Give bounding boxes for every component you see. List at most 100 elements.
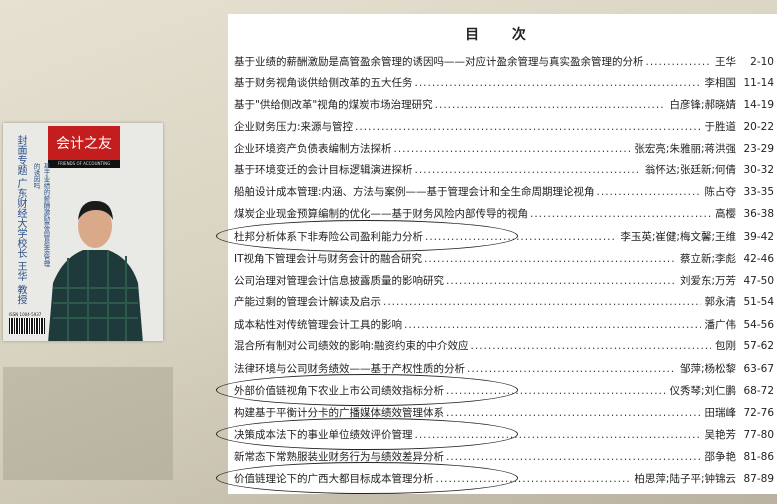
entry-title: 企业环境资产负债表编制方法探析 bbox=[234, 143, 392, 155]
masthead: 会计之友 FRIENDS OF ACCOUNTING bbox=[48, 126, 120, 168]
toc-entry[interactable]: 煤炭企业现金预算编制的优化——基于财务风险内部传导的视角 高樱 36-38 bbox=[234, 206, 774, 220]
dot-leader bbox=[415, 77, 701, 89]
entry-author: 李玉英;崔健;梅文馨;王维 bbox=[620, 231, 736, 243]
entry-pages: 42-46 bbox=[743, 253, 774, 265]
feature-label-text: 封面专题 bbox=[15, 135, 26, 175]
dot-leader bbox=[646, 56, 712, 68]
entry-title: 煤炭企业现金预算编制的优化——基于财务风险内部传导的视角 bbox=[234, 208, 528, 220]
cover-shadow bbox=[3, 367, 173, 480]
entry-author: 于胜道 bbox=[704, 121, 737, 133]
entry-title: 价值链理论下的广西大都目标成本管理分析 bbox=[234, 473, 434, 485]
dot-leader bbox=[404, 319, 701, 331]
barcode bbox=[9, 318, 45, 334]
entry-author: 柏思萍;陆子平;钟锦云 bbox=[634, 473, 736, 485]
entry-title: 法律环境与公司财务绩效——基于产权性质的分析 bbox=[234, 363, 465, 375]
entry-pages: 20-22 bbox=[743, 121, 774, 133]
entry-title: 成本粘性对传统管理会计工具的影响 bbox=[234, 319, 402, 331]
toc-entry[interactable]: 产能过剩的管理会计解读及启示 郭永清 51-54 bbox=[234, 294, 774, 308]
toc-entry[interactable]: 基于业绩的薪酬激励是高管盈余管理的诱因吗——对应计盈余管理与真实盈余管理的分析 王… bbox=[234, 54, 774, 68]
dot-leader bbox=[446, 275, 676, 287]
toc-entry[interactable]: 新常态下常熟服装业财务行为与绩效差异分析 邵争艳 81-86 bbox=[234, 449, 774, 463]
dot-leader bbox=[415, 164, 641, 176]
dot-leader bbox=[355, 121, 700, 133]
entry-author: 高樱 bbox=[715, 208, 736, 220]
entry-pages: 68-72 bbox=[743, 385, 774, 397]
toc-entry[interactable]: 基于财务视角谈供给侧改革的五大任务 李相国 11-14 bbox=[234, 75, 774, 89]
toc-entry[interactable]: 杜邦分析体系下非寿险公司盈利能力分析 李玉英;崔健;梅文馨;王维 39-42 bbox=[216, 220, 774, 252]
dot-leader bbox=[435, 99, 666, 111]
entry-pages: 54-56 bbox=[743, 319, 774, 331]
dot-leader bbox=[446, 385, 665, 397]
entry-author: 潘广伟 bbox=[704, 319, 737, 331]
cover-portrait bbox=[48, 200, 143, 341]
dot-leader bbox=[530, 208, 711, 220]
toc-entry[interactable]: IT视角下管理会计与财务会计的融合研究 蔡立新;李彪 42-46 bbox=[234, 251, 774, 265]
entry-pages: 72-76 bbox=[743, 407, 774, 419]
entry-title: 基于财务视角谈供给侧改革的五大任务 bbox=[234, 77, 413, 89]
entry-pages: 51-54 bbox=[743, 296, 774, 308]
toc-entry[interactable]: 价值链理论下的广西大都目标成本管理分析 柏思萍;陆子平;钟锦云 87-89 bbox=[216, 462, 774, 494]
entry-pages: 2-10 bbox=[750, 56, 774, 68]
entry-author: 吴艳芳 bbox=[704, 429, 737, 441]
toc-entry[interactable]: 公司治理对管理会计信息披露质量的影响研究 刘爱东;万芳 47-50 bbox=[234, 273, 774, 287]
entry-pages: 11-14 bbox=[743, 77, 774, 89]
entry-author: 邵争艳 bbox=[704, 451, 737, 463]
entry-pages: 23-29 bbox=[743, 143, 774, 155]
entry-title: 产能过剩的管理会计解读及启示 bbox=[234, 296, 381, 308]
dot-leader bbox=[394, 143, 631, 155]
entry-title: 杜邦分析体系下非寿险公司盈利能力分析 bbox=[234, 231, 423, 243]
toc-entry[interactable]: 混合所有制对公司绩效的影响:融资约束的中介效应 包刚 57-62 bbox=[234, 338, 774, 352]
toc-entry[interactable]: 船舶设计成本管理:内涵、方法与案例——基于管理会计和全生命周期理论视角 陈占夺 33… bbox=[234, 184, 774, 198]
entry-title: 混合所有制对公司绩效的影响:融资约束的中介效应 bbox=[234, 340, 469, 352]
entry-author: 刘爱东;万芳 bbox=[679, 275, 736, 287]
entry-pages: 87-89 bbox=[743, 473, 774, 485]
toc-heading: 目 次 bbox=[465, 27, 540, 43]
entry-author: 邹萍;杨松黎 bbox=[679, 363, 736, 375]
entry-pages: 77-80 bbox=[743, 429, 774, 441]
entry-author: 翁怀达;张廷新;何倩 bbox=[644, 164, 736, 176]
entry-pages: 36-38 bbox=[743, 208, 774, 220]
isbn: ISSN 1004-5937 bbox=[9, 312, 42, 317]
entry-author: 仪秀琴;刘仁鹏 bbox=[669, 385, 736, 397]
entry-author: 蔡立新;李彪 bbox=[679, 253, 736, 265]
dot-leader bbox=[467, 363, 676, 375]
journal-title: 会计之友 bbox=[56, 136, 112, 152]
toc-page: 目 次 基于业绩的薪酬激励是高管盈余管理的诱因吗——对应计盈余管理与真实盈余管理… bbox=[216, 14, 777, 494]
entry-pages: 14-19 bbox=[743, 99, 774, 111]
toc-entry[interactable]: 外部价值链视角下农业上市公司绩效指标分析 仪秀琴;刘仁鹏 68-72 bbox=[216, 374, 774, 406]
entry-title: 基于业绩的薪酬激励是高管盈余管理的诱因吗——对应计盈余管理与真实盈余管理的分析 bbox=[234, 56, 644, 68]
toc-entry[interactable]: 基于"供给侧改革"视角的煤炭市场治理研究 白彦锋;郝晓婧 14-19 bbox=[234, 97, 774, 111]
feature-subject: 广东财经大学校长 王华 教授 bbox=[15, 178, 26, 305]
dot-leader bbox=[415, 429, 701, 441]
dot-leader bbox=[471, 340, 711, 352]
toc-entry[interactable]: 成本粘性对传统管理会计工具的影响 潘广伟 54-56 bbox=[234, 317, 774, 331]
entry-pages: 39-42 bbox=[743, 231, 774, 243]
toc-entry[interactable]: 企业财务压力:来源与管控 于胜道 20-22 bbox=[234, 119, 774, 133]
feature-label: 封面专题 广东财经大学校长 王华 教授 bbox=[13, 135, 28, 325]
journal-subtitle: FRIENDS OF ACCOUNTING bbox=[48, 160, 120, 168]
dot-leader bbox=[446, 451, 701, 463]
entry-author: 白彦锋;郝晓婧 bbox=[669, 99, 736, 111]
entry-author: 王华 bbox=[715, 56, 736, 68]
entry-title: 企业财务压力:来源与管控 bbox=[234, 121, 354, 133]
dot-leader bbox=[436, 473, 631, 485]
entry-title: IT视角下管理会计与财务会计的融合研究 bbox=[234, 253, 423, 265]
entry-author: 田瑞峰 bbox=[704, 407, 737, 419]
entry-title: 公司治理对管理会计信息披露质量的影响研究 bbox=[234, 275, 444, 287]
toc-entry[interactable]: 构建基于平衡计分卡的广播媒体绩效管理体系 田瑞峰 72-76 bbox=[234, 405, 774, 419]
toc-entry[interactable]: 决策成本法下的事业单位绩效评价管理 吴艳芳 77-80 bbox=[216, 418, 774, 450]
entry-pages: 63-67 bbox=[743, 363, 774, 375]
journal-cover: 会计之友 FRIENDS OF ACCOUNTING 封面专题 广东财经大学校长… bbox=[3, 123, 163, 341]
toc-entry[interactable]: 基于环境变迁的会计目标逻辑演进探析 翁怀达;张廷新;何倩 30-32 bbox=[234, 162, 774, 176]
entry-title: 船舶设计成本管理:内涵、方法与案例——基于管理会计和全生命周期理论视角 bbox=[234, 186, 595, 198]
entry-pages: 33-35 bbox=[743, 186, 774, 198]
entry-title: 外部价值链视角下农业上市公司绩效指标分析 bbox=[234, 385, 444, 397]
entry-pages: 47-50 bbox=[743, 275, 774, 287]
entry-title: 基于环境变迁的会计目标逻辑演进探析 bbox=[234, 164, 413, 176]
entry-author: 包刚 bbox=[715, 340, 736, 352]
toc-entry[interactable]: 法律环境与公司财务绩效——基于产权性质的分析 邹萍;杨松黎 63-67 bbox=[234, 361, 774, 375]
entry-title: 构建基于平衡计分卡的广播媒体绩效管理体系 bbox=[234, 407, 444, 419]
toc-entry[interactable]: 企业环境资产负债表编制方法探析 张宏亮;朱雅丽;蒋洪强 23-29 bbox=[234, 141, 774, 155]
dot-leader bbox=[425, 231, 616, 243]
entry-author: 李相国 bbox=[704, 77, 737, 89]
